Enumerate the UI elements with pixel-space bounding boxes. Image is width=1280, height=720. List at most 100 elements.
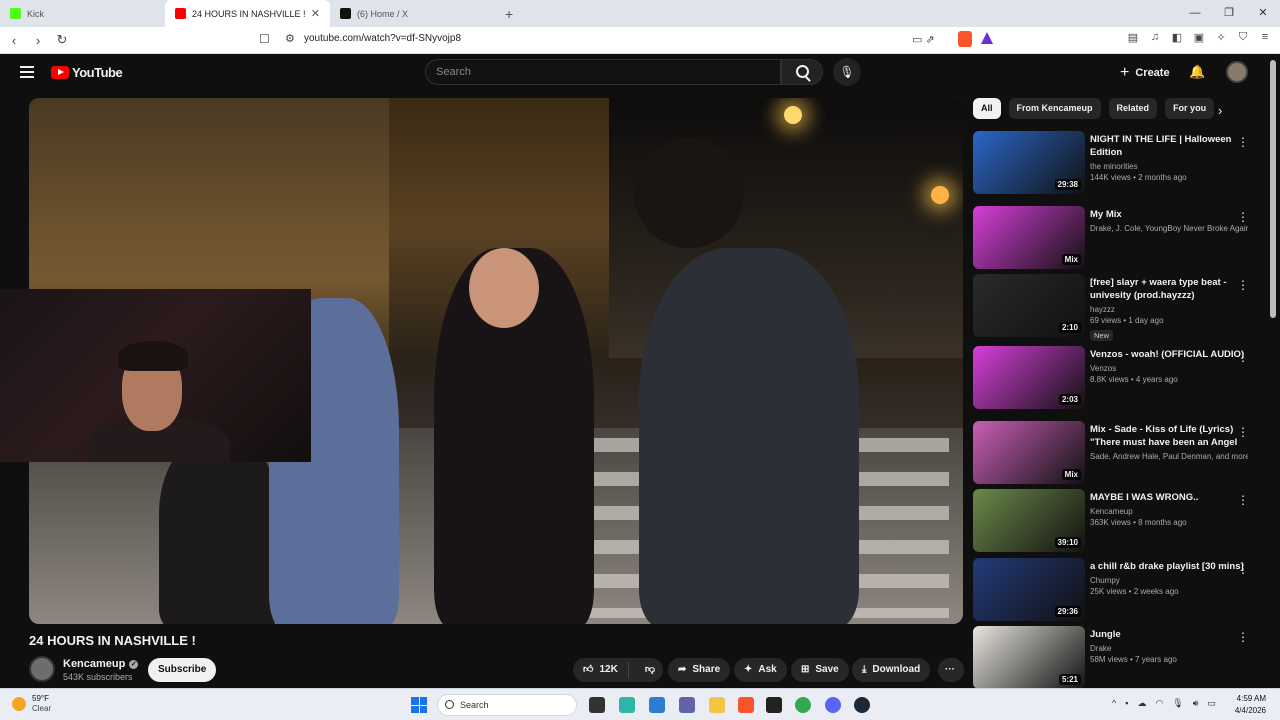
recommendation-title[interactable]: a chill r&b drake playlist [30 mins] <box>1090 560 1248 573</box>
recommendation-title[interactable]: NIGHT IN THE LIFE | Halloween Edition <box>1090 133 1248 159</box>
recommendation-item[interactable]: 29:36 a chill r&b drake playlist [30 mins… <box>973 558 1263 624</box>
recommendation-channel[interactable]: Drake, J. Cole, YoungBoy Never Broke Aga… <box>1090 224 1248 233</box>
recommendation-title[interactable]: My Mix <box>1090 208 1248 221</box>
restore-icon[interactable]: ❐ <box>1212 0 1246 27</box>
dislike-button[interactable]: 👎︎ <box>635 658 665 682</box>
file-explorer-icon[interactable] <box>709 697 725 713</box>
clock[interactable]: 4:59 AM 4/4/2026 <box>1235 693 1266 717</box>
brave-icon[interactable] <box>738 697 754 713</box>
recommendation-item[interactable]: Mix Mix - Sade - Kiss of Life (Lyrics) "T… <box>973 421 1263 487</box>
chevron-right-icon[interactable]: › <box>1218 103 1222 118</box>
recommendation-title[interactable]: MAYBE I WAS WRONG.. <box>1090 491 1248 504</box>
store-icon[interactable] <box>649 697 665 713</box>
site-info-icon[interactable]: ⚙ <box>285 32 295 45</box>
account-avatar[interactable] <box>1226 61 1248 83</box>
weather-widget[interactable]: 59°F Clear <box>12 694 51 714</box>
recommendation-channel[interactable]: hayzzz <box>1090 305 1248 314</box>
battery-icon[interactable]: ▭ <box>1207 698 1216 709</box>
volume-icon[interactable]: 🔊︎ <box>1193 698 1199 709</box>
tab-kick[interactable]: Kick <box>0 0 165 27</box>
scrollbar[interactable] <box>1270 60 1276 318</box>
forward-icon[interactable]: › <box>28 33 48 48</box>
tray-app-icon[interactable]: ▪ <box>1125 698 1128 709</box>
teams-icon[interactable] <box>679 697 695 713</box>
save-button[interactable]: ⊞ Save <box>791 658 849 682</box>
close-window-icon[interactable]: ✕ <box>1246 0 1280 27</box>
sidebar-icon[interactable]: ◧ <box>1170 31 1184 44</box>
channel-name-text[interactable]: Kencameup <box>63 658 125 670</box>
close-tab-icon[interactable]: ✕ <box>311 7 320 20</box>
share-button[interactable]: ➦ Share <box>668 658 731 682</box>
more-vertical-icon[interactable]: ⋮ <box>1237 210 1249 224</box>
more-vertical-icon[interactable]: ⋮ <box>1237 562 1249 576</box>
chip-for-you[interactable]: For you <box>1165 98 1215 119</box>
more-vertical-icon[interactable]: ⋮ <box>1237 135 1249 149</box>
more-vertical-icon[interactable]: ⋮ <box>1237 350 1249 364</box>
video-thumbnail[interactable]: 29:36 <box>973 558 1085 621</box>
vpn-icon[interactable]: ⛉ <box>1236 31 1250 44</box>
microphone-icon[interactable]: 🎙 <box>833 58 861 86</box>
copilot-icon[interactable] <box>619 697 635 713</box>
video-thumbnail[interactable]: 2:03 <box>973 346 1085 409</box>
cloud-icon[interactable]: ☁ <box>1137 698 1146 709</box>
create-button[interactable]: + Create <box>1120 61 1170 85</box>
chip-all[interactable]: All <box>973 98 1001 119</box>
brave-rewards-icon[interactable] <box>981 32 993 44</box>
reload-icon[interactable]: ↻ <box>52 32 72 48</box>
menu-icon[interactable]: ≡ <box>1258 31 1272 44</box>
chip-related[interactable]: Related <box>1108 98 1158 119</box>
recommendation-item[interactable]: Mix My Mix Drake, J. Cole, YoungBoy Never … <box>973 206 1263 272</box>
recommendation-title[interactable]: [free] slayr + waera type beat - univesi… <box>1090 276 1248 302</box>
subscribe-button[interactable]: Subscribe <box>148 658 217 682</box>
more-vertical-icon[interactable]: ⋮ <box>1237 278 1249 292</box>
tab-x[interactable]: (6) Home / X <box>330 0 495 27</box>
search-input[interactable]: Search <box>425 59 781 85</box>
recommendation-title[interactable]: Mix - Sade - Kiss of Life (Lyrics) "Ther… <box>1090 423 1248 449</box>
like-button[interactable]: 👍︎ 12K <box>573 662 629 678</box>
recommendation-item[interactable]: 5:21 Jungle Drake 58M views • 7 years ago ⋮ <box>973 626 1263 692</box>
recommendation-channel[interactable]: the minorities <box>1090 162 1248 171</box>
channel-avatar[interactable] <box>29 656 55 682</box>
chrome-icon[interactable] <box>795 697 811 713</box>
video-thumbnail[interactable]: Mix <box>973 421 1085 484</box>
recommendation-item[interactable]: 2:03 Venzos - woah! (OFFICIAL AUDIO) Venzo… <box>973 346 1263 412</box>
more-actions-button[interactable]: ··· <box>938 658 964 682</box>
tab-youtube[interactable]: 24 HOURS IN NASHVILLE ! - YouTube ✕ <box>165 0 330 27</box>
wifi-icon[interactable]: ◠ <box>1155 698 1163 709</box>
bookmark-icon[interactable]: ☐ <box>259 32 270 46</box>
ask-button[interactable]: ✦ Ask <box>734 658 787 682</box>
microphone-tray-icon[interactable]: 🎙 <box>1172 698 1183 709</box>
recommendation-item[interactable]: 39:10 MAYBE I WAS WRONG.. Kencameup 363K vi… <box>973 489 1263 555</box>
brave-shield-icon[interactable] <box>958 31 972 47</box>
address-bar[interactable]: youtube.com/watch?v=df-SNyvojp8 <box>304 33 461 44</box>
wallet-icon[interactable]: ▣ <box>1192 31 1206 44</box>
video-thumbnail[interactable]: 2:10 <box>973 274 1085 337</box>
chevron-up-icon[interactable]: ^ <box>1112 698 1116 709</box>
recommendation-channel[interactable]: Sade, Andrew Hale, Paul Denman, and more <box>1090 452 1248 461</box>
recommendation-title[interactable]: Venzos - woah! (OFFICIAL AUDIO) <box>1090 348 1248 361</box>
video-thumbnail[interactable]: Mix <box>973 206 1085 269</box>
video-thumbnail[interactable]: 39:10 <box>973 489 1085 552</box>
new-tab-button[interactable]: + <box>505 6 513 22</box>
recommendation-channel[interactable]: Drake <box>1090 644 1248 653</box>
notifications-bell-icon[interactable]: 🔔 <box>1189 64 1205 80</box>
windows-start-icon[interactable] <box>411 697 427 713</box>
discord-icon[interactable] <box>825 697 841 713</box>
minimize-icon[interactable]: — <box>1178 0 1212 27</box>
recommendation-title[interactable]: Jungle <box>1090 628 1248 641</box>
recommendation-channel[interactable]: Chumpy <box>1090 576 1248 585</box>
recommendation-item[interactable]: 29:38 NIGHT IN THE LIFE | Halloween Editi… <box>973 131 1263 197</box>
search-button[interactable] <box>781 59 823 85</box>
more-vertical-icon[interactable]: ⋮ <box>1237 630 1249 644</box>
hamburger-menu-icon[interactable] <box>20 66 34 78</box>
taskbar-search[interactable]: Search <box>437 694 577 716</box>
task-view-icon[interactable] <box>589 697 605 713</box>
music-icon[interactable]: ♫ <box>1148 31 1162 44</box>
steam-icon[interactable] <box>854 697 870 713</box>
recommendation-channel[interactable]: Kencameup <box>1090 507 1248 516</box>
video-thumbnail[interactable]: 5:21 <box>973 626 1085 689</box>
more-vertical-icon[interactable]: ⋮ <box>1237 493 1249 507</box>
recommendation-channel[interactable]: Venzos <box>1090 364 1248 373</box>
download-button[interactable]: ⤓ Download <box>852 658 931 682</box>
back-icon[interactable]: ‹ <box>4 33 24 48</box>
